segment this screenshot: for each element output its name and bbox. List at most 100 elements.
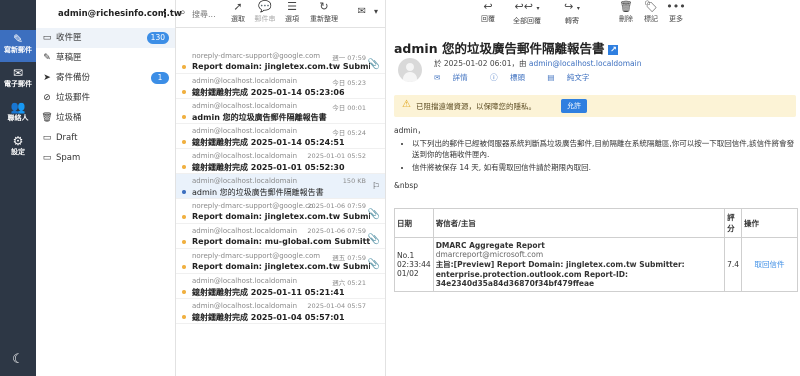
rail-settings[interactable]: ⚙ 設定 — [0, 132, 36, 164]
report-title: DMARC Aggregate Report — [435, 241, 545, 250]
search-icon[interactable]: ⌕ — [180, 7, 186, 18]
nbsp-text: &nbsp — [394, 181, 419, 190]
column-header: 日期 — [394, 208, 434, 238]
more-vert-icon[interactable]: ⋮ — [159, 0, 171, 28]
unread-dot — [182, 140, 186, 144]
list-item[interactable]: admin@localhost.localdomain 2025-01-06 0… — [176, 224, 385, 249]
column-header: 評分 — [724, 208, 742, 238]
folder-inbox[interactable]: ▭ 收件匣 130 — [36, 28, 175, 48]
folder-label: 收件匣 — [56, 33, 82, 43]
notice-item: 以下列出的郵件已經被伺服器系統判斷爲垃圾廣告郵件,目前隔離在系統隔離區,你可以按… — [412, 138, 798, 160]
list-toolbar: ➚ 選取 💬 郵件串 ☰ 選項 ↻ 重新整理 — [218, 0, 386, 28]
rail-contacts[interactable]: 👥 聯絡人 — [0, 98, 36, 130]
attachment-icon: 📎 — [367, 209, 380, 220]
list-item[interactable]: admin@localhost.localdomain 今日 05:23 鐿射鐳… — [176, 74, 385, 99]
allow-button[interactable]: 允許 — [561, 99, 587, 113]
greeting: admin， — [394, 126, 425, 135]
folder-icon: ▭ — [42, 153, 52, 163]
list-item[interactable]: admin@localhost.localdomain 2025-01-04 0… — [176, 299, 385, 324]
reply-all-button[interactable]: ↩↩ ▾ 全部回覆 — [504, 0, 550, 28]
row-date: 01/02 — [397, 269, 419, 278]
unread-dot — [182, 265, 186, 269]
score-cell: 7.4 — [724, 237, 742, 292]
document-icon: ▤ — [547, 73, 557, 82]
unread-dot — [182, 315, 186, 319]
inbox-icon: ▭ — [42, 33, 52, 43]
sender-subject-cell: DMARC Aggregate Report dmarcreport@micro… — [432, 237, 726, 292]
recall-link[interactable]: 取回信件 — [741, 237, 798, 292]
refresh-icon: ↻ — [319, 0, 329, 13]
report-subject: 主旨:[Preview] Report Domain: jingletex.co… — [435, 260, 685, 288]
message-title: admin 您的垃圾廣告郵件隔離報告書 ↗ — [394, 38, 619, 57]
sender-link[interactable]: admin@localhost.localdomain — [529, 59, 642, 68]
send-icon: ➤ — [43, 73, 51, 83]
unread-dot — [182, 90, 186, 94]
message-date: 週六 05:21 — [332, 279, 366, 287]
refresh-button[interactable]: ↻ 重新整理 — [304, 0, 344, 28]
avatar — [398, 58, 422, 82]
chevron-down-icon[interactable]: ▾ — [577, 5, 580, 12]
folder-panel: admin@richesinfo.com.tw ⋮ ▭ 收件匣 130 ✎ 草稿… — [36, 0, 182, 376]
message-subject: Report domain: mu-global.com Submitter: … — [192, 237, 370, 246]
message-subject: 鐿射鐳雕射完成 2025-01-14 05:24:51 — [192, 138, 345, 147]
headers-label: 標頭 — [509, 73, 525, 82]
flag-icon[interactable]: ⚐ — [372, 182, 380, 192]
unread-badge: 1 — [151, 72, 169, 84]
app-rail: ✎ 寫新郵件 ✉ 電子郵件 👥 聯絡人 ⚙ 設定 ☾ — [0, 0, 36, 376]
details-link[interactable]: ✉ 詳情 — [434, 73, 478, 82]
folder-label: 草稿匣 — [56, 53, 82, 63]
reply-button[interactable]: ↩ 回覆 — [468, 0, 508, 28]
date-cell: No.1 02:33:44 01/02 — [394, 237, 434, 292]
list-item[interactable]: admin@localhost.localdomain 2025-01-01 0… — [176, 149, 385, 174]
list-item-selected[interactable]: admin@localhost.localdomain 150 KB admin… — [176, 174, 385, 199]
unread-badge: 130 — [146, 32, 169, 44]
table-header-row: 日期 寄信者/主旨 評分 操作 — [394, 208, 798, 238]
unread-dot — [182, 190, 186, 194]
report-sender: dmarcreport@microsoft.com — [435, 250, 544, 259]
table-row: No.1 02:33:44 01/02 DMARC Aggregate Repo… — [394, 237, 798, 292]
folder-spam[interactable]: ⊘ 垃圾郵件 — [36, 88, 175, 108]
message-date: 2025-01-06 07:59 — [307, 227, 366, 235]
moon-icon[interactable]: ☾ — [8, 352, 28, 372]
list-item[interactable]: admin@localhost.localdomain 今日 05:24 鐿射鐳… — [176, 124, 385, 149]
warning-icon: ⚠ — [402, 99, 411, 110]
mail-app: ✎ 寫新郵件 ✉ 電子郵件 👥 聯絡人 ⚙ 設定 ☾ admin@richesi… — [0, 0, 800, 376]
folder-sent[interactable]: ➤ 寄件備份 1 — [36, 68, 175, 88]
external-link-icon[interactable]: ↗ — [608, 44, 619, 55]
info-icon: ⓘ — [490, 73, 500, 82]
message-from: admin@localhost.localdomain — [192, 77, 298, 85]
reply-label: 回覆 — [481, 15, 495, 23]
message-date-line: 於 2025-01-02 06:01，由 — [434, 59, 527, 68]
list-item[interactable]: admin@localhost.localdomain 週六 05:21 鐿射鐳… — [176, 274, 385, 299]
folder-trash[interactable]: 🗑 垃圾桶 — [36, 108, 175, 128]
list-item[interactable]: admin@localhost.localdomain 今日 00:01 adm… — [176, 99, 385, 124]
list-item[interactable]: noreply-dmarc-support@google.com 週一 07:5… — [176, 49, 385, 74]
message-date: 今日 00:01 — [332, 104, 366, 112]
forward-button[interactable]: ↪ ▾ 轉寄 — [552, 0, 592, 28]
message-subject: Report domain: jingletex.com.tw Submitte… — [192, 262, 370, 271]
chevron-down-icon[interactable]: ▾ — [536, 5, 539, 12]
unread-dot — [182, 65, 186, 69]
more-button[interactable]: ••• 更多 — [656, 0, 696, 28]
message-list-panel: ⌕ ✉ ▾ noreply-dmarc-support@google.com 週… — [176, 0, 386, 376]
unread-dot — [182, 240, 186, 244]
folder-spam-en[interactable]: ▭ Spam — [36, 148, 175, 168]
plain-text-label: 純文字 — [566, 73, 590, 82]
folder-draft-en[interactable]: ▭ Draft — [36, 128, 175, 148]
notice-item: 信件將被保存 14 天, 如有需取回信件請於期限內取回. — [412, 162, 798, 173]
message-date: 2025-01-06 07:59 — [307, 202, 366, 210]
rail-mail[interactable]: ✉ 電子郵件 — [0, 64, 36, 96]
list-item[interactable]: noreply-dmarc-support@google.co... 2025-… — [176, 199, 385, 224]
plain-text-link[interactable]: ▤ 純文字 — [547, 73, 599, 82]
list-item[interactable]: noreply-dmarc-support@google.com 週五 07:5… — [176, 249, 385, 274]
folder-drafts[interactable]: ✎ 草稿匣 — [36, 48, 175, 68]
message-meta: 於 2025-01-02 06:01，由 admin@localhost.loc… — [434, 58, 641, 69]
headers-link[interactable]: ⓘ 標頭 — [490, 73, 535, 82]
message-subject: Report domain: jingletex.com.tw Submitte… — [192, 62, 370, 71]
message-date: 2025-01-04 05:57 — [307, 302, 366, 310]
rail-compose[interactable]: ✎ 寫新郵件 — [0, 30, 36, 62]
refresh-label: 重新整理 — [310, 15, 338, 23]
more-icon: ••• — [666, 0, 686, 13]
folder-label: 垃圾桶 — [56, 113, 82, 123]
message-subject: 鐿射鐳雕射完成 2025-01-04 05:57:01 — [192, 313, 345, 322]
